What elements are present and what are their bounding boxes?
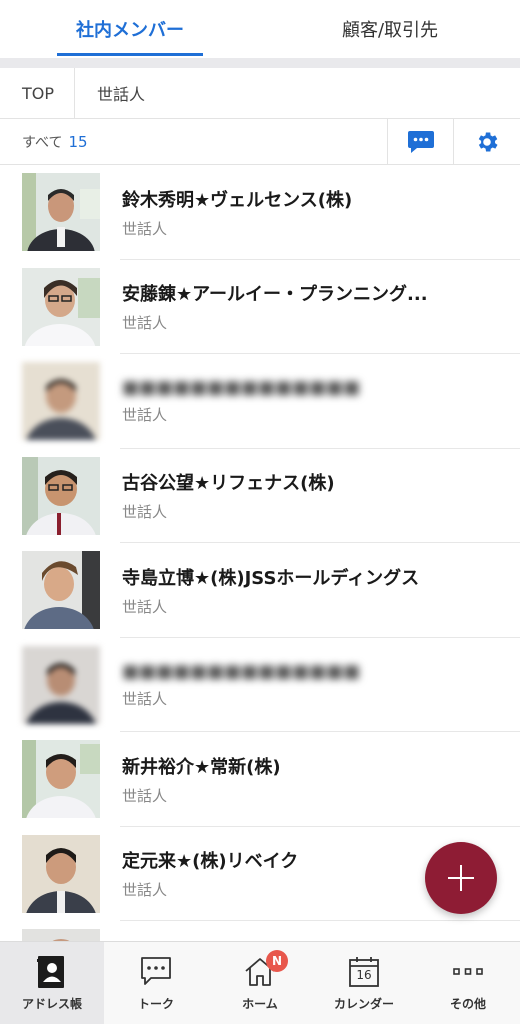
nav-talk[interactable]: トーク — [104, 942, 208, 1024]
list-item[interactable]: ■■■■■■■■■■■■■■ 世話人 — [0, 638, 520, 733]
contact-name: 新井裕介★常新(株) — [122, 756, 281, 778]
top-tab-bar: 社内メンバー 顧客/取引先 — [0, 0, 520, 58]
contact-role: 世話人 — [122, 503, 168, 522]
contact-name: 定元来★(株)リベイク — [122, 851, 299, 873]
list-item[interactable]: 安藤錬★アールイー・プランニング... 世話人 — [0, 260, 520, 355]
settings-button[interactable] — [453, 119, 519, 164]
contact-list: 鈴木秀明★ヴェルセンス(株) 世話人 安藤錬★アールイー・プランニング... 世… — [0, 165, 520, 941]
address-book-icon — [37, 955, 64, 988]
nav-home[interactable]: N ホーム — [208, 942, 312, 1024]
avatar — [22, 551, 100, 630]
contact-name: ■■■■■■■■■■■■■■ — [122, 377, 361, 399]
nav-label: ホーム — [242, 996, 278, 1011]
contact-name: 寺島立博★(株)JSSホールディングス — [122, 567, 420, 589]
list-item[interactable]: 寺島立博★(株)JSSホールディングス 世話人 — [0, 543, 520, 638]
add-button[interactable] — [425, 842, 497, 914]
breadcrumb: TOP 世話人 — [0, 68, 520, 119]
plus-icon — [448, 865, 474, 891]
member-count: 15 — [68, 132, 88, 151]
message-button[interactable] — [387, 119, 453, 164]
avatar — [22, 173, 100, 252]
tab-internal-members[interactable]: 社内メンバー — [0, 0, 260, 58]
list-item[interactable]: 新井裕介★常新(株) 世話人 — [0, 732, 520, 827]
contact-role: 世話人 — [122, 881, 168, 900]
breadcrumb-top[interactable]: TOP — [0, 68, 76, 118]
avatar — [22, 456, 100, 535]
nav-label: その他 — [449, 996, 486, 1011]
avatar — [22, 267, 100, 346]
notification-badge: N — [266, 950, 288, 972]
avatar — [22, 645, 100, 724]
contact-name: ■■■■■■■■■■■■■■ — [122, 660, 361, 682]
contact-role: 世話人 — [122, 786, 168, 805]
nav-address-book[interactable]: アドレス帳 — [0, 942, 104, 1024]
contact-role: 世話人 — [122, 314, 168, 333]
nav-label: アドレス帳 — [21, 996, 82, 1011]
avatar — [22, 834, 100, 913]
chat-bubble-icon — [407, 130, 434, 153]
avatar — [22, 740, 100, 819]
list-item[interactable]: ■■■■■■■■■■■■■■ 世話人 — [0, 354, 520, 449]
list-item[interactable] — [0, 921, 520, 941]
nav-more[interactable]: その他 — [416, 942, 520, 1024]
more-icon — [453, 967, 483, 975]
list-item[interactable]: 鈴木秀明★ヴェルセンス(株) 世話人 — [0, 165, 520, 260]
contact-role: 世話人 — [122, 406, 168, 425]
contact-role: 世話人 — [122, 689, 168, 708]
nav-calendar[interactable]: 16 カレンダー — [312, 942, 416, 1024]
list-item[interactable]: 古谷公望★リフェナス(株) 世話人 — [0, 449, 520, 544]
avatar — [22, 362, 100, 441]
contact-name: 安藤錬★アールイー・プランニング... — [122, 284, 428, 306]
tab-customers[interactable]: 顧客/取引先 — [260, 0, 520, 58]
bottom-nav: アドレス帳 トーク N ホーム 16 カレンダー その他 — [0, 941, 520, 1024]
filter-label[interactable]: すべて — [22, 132, 62, 152]
contact-role: 世話人 — [122, 597, 168, 616]
calendar-day: 16 — [356, 967, 372, 982]
contact-name: 鈴木秀明★ヴェルセンス(株) — [122, 189, 353, 211]
avatar — [22, 929, 100, 941]
contact-name: 古谷公望★リフェナス(株) — [122, 473, 335, 495]
divider-strip — [0, 58, 520, 68]
talk-icon — [141, 956, 171, 985]
nav-label: カレンダー — [333, 996, 394, 1011]
nav-label: トーク — [137, 996, 174, 1011]
filter-bar: すべて 15 — [0, 119, 520, 165]
gear-icon — [478, 131, 498, 152]
breadcrumb-current[interactable]: 世話人 — [75, 68, 167, 118]
contact-role: 世話人 — [122, 219, 168, 238]
